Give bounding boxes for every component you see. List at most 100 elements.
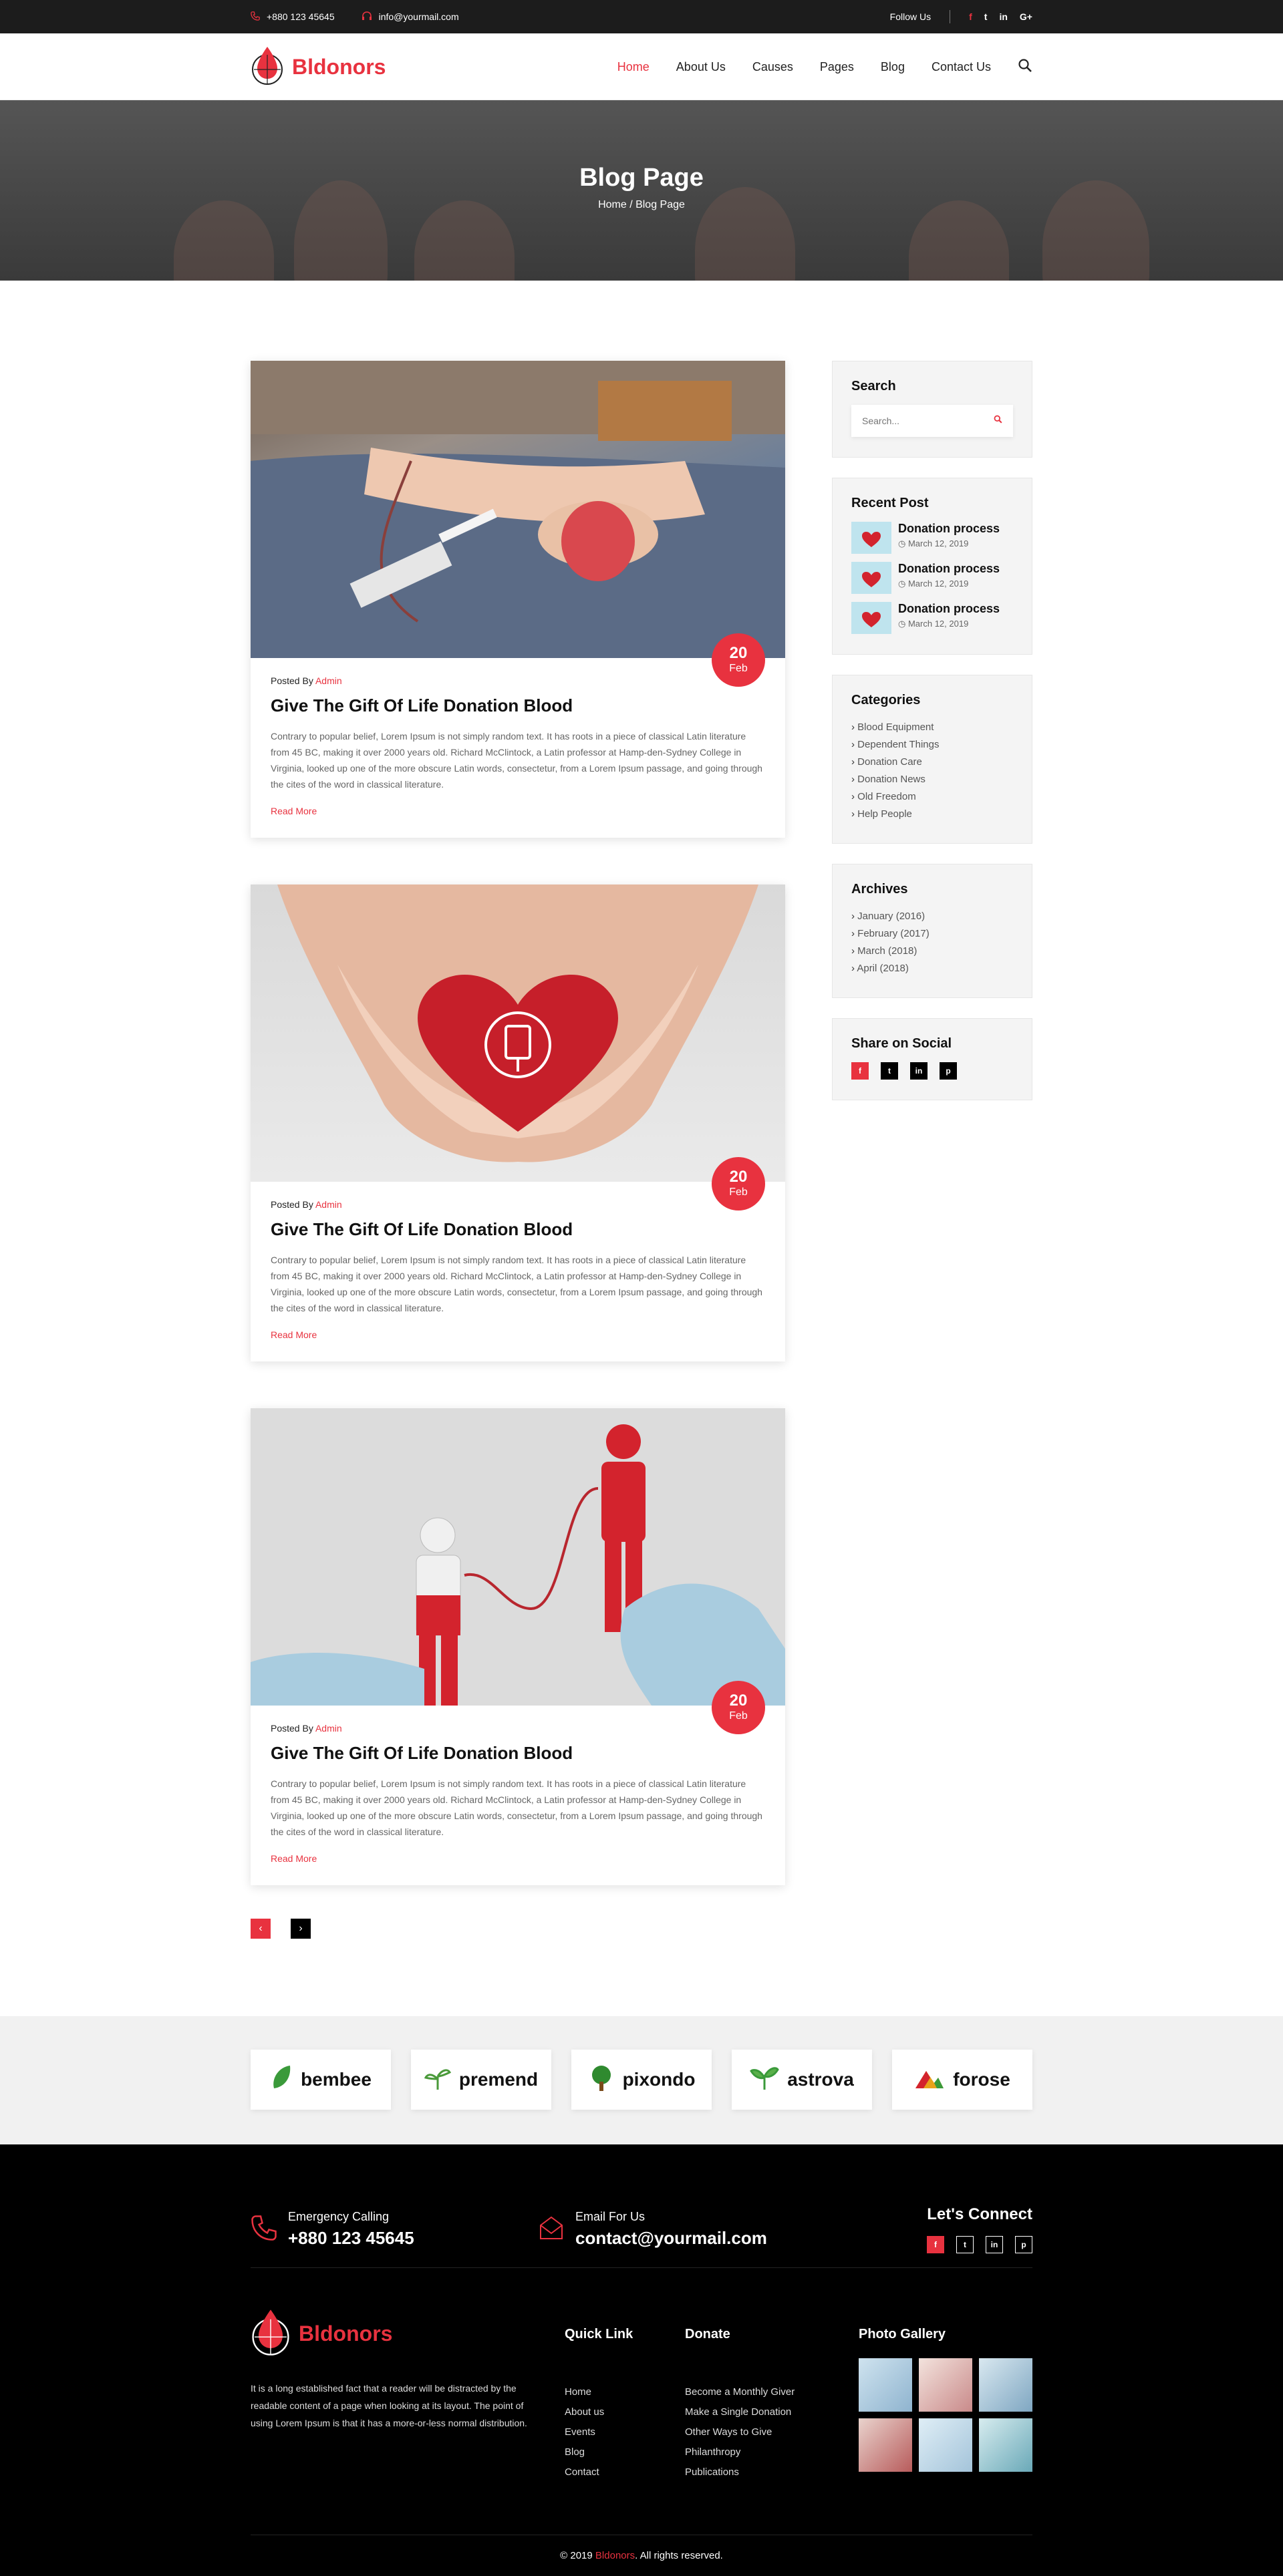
breadcrumb[interactable]: Home / Blog Page	[0, 199, 1283, 211]
search-icon[interactable]	[994, 415, 1002, 427]
post-image-transfusion-figures[interactable]	[251, 1408, 785, 1706]
category-link[interactable]: Dependent Things	[851, 736, 1013, 754]
twitter-icon[interactable]: t	[881, 1062, 898, 1080]
copyright: © 2019 Bldonors. All rights reserved.	[251, 2535, 1032, 2576]
footer-link[interactable]: About us	[565, 2402, 685, 2422]
footer-link[interactable]: Contact	[565, 2462, 685, 2482]
nav-home[interactable]: Home	[617, 60, 650, 74]
archive-link[interactable]: January (2016)	[851, 908, 1013, 925]
blog-post: 20 Feb Posted By Admin Give The Gift Of …	[251, 361, 785, 838]
recent-post-item[interactable]: Donation process ◷ March 12, 2019	[851, 602, 1013, 634]
google-plus-icon[interactable]: G+	[1020, 11, 1032, 22]
post-title[interactable]: Give The Gift Of Life Donation Blood	[271, 1743, 765, 1764]
category-link[interactable]: Help People	[851, 806, 1013, 823]
nav-pages[interactable]: Pages	[820, 60, 854, 74]
footer-link[interactable]: Other Ways to Give	[685, 2422, 859, 2442]
pinterest-icon[interactable]: p	[1015, 2236, 1032, 2253]
recent-post-date-text: March 12, 2019	[907, 619, 969, 629]
blood-drop-icon	[251, 2308, 291, 2360]
brand-logo[interactable]: astrova	[732, 2050, 872, 2110]
nav-about[interactable]: About Us	[676, 60, 726, 74]
clock-icon: ◷	[898, 579, 906, 589]
categories-title: Categories	[851, 693, 921, 707]
twitter-icon[interactable]: t	[984, 11, 988, 22]
footer-link[interactable]: Blog	[565, 2442, 685, 2462]
search-icon[interactable]	[1018, 58, 1032, 76]
linkedin-icon[interactable]: in	[910, 1062, 928, 1080]
category-link[interactable]: Old Freedom	[851, 788, 1013, 806]
photo-gallery: Photo Gallery	[859, 2327, 1032, 2482]
post-date-month: Feb	[729, 1710, 748, 1722]
footer-logo[interactable]: Bldonors	[251, 2308, 565, 2360]
gallery-photo[interactable]	[919, 2418, 972, 2472]
read-more-link[interactable]: Read More	[271, 1853, 317, 1864]
recent-post-date-text: March 12, 2019	[907, 538, 969, 548]
facebook-icon[interactable]: f	[969, 11, 972, 22]
brand-logo[interactable]: bembee	[251, 2050, 391, 2110]
brand-logo[interactable]: pixondo	[571, 2050, 712, 2110]
footer-about-text: It is a long established fact that a rea…	[251, 2383, 527, 2428]
archive-link[interactable]: April (2018)	[851, 960, 1013, 977]
post-author-link[interactable]: Admin	[315, 1199, 342, 1210]
topbar-phone[interactable]: +880 123 45645	[251, 11, 335, 23]
gallery-photo[interactable]	[919, 2358, 972, 2412]
category-link[interactable]: Blood Equipment	[851, 719, 1013, 736]
read-more-link[interactable]: Read More	[271, 806, 317, 816]
hero-bg-shape	[294, 180, 388, 281]
page-title: Blog Page	[579, 164, 704, 192]
footer-link[interactable]: Home	[565, 2382, 685, 2402]
brand-logo[interactable]: premend	[411, 2050, 551, 2110]
post-image-blood-donation-arm[interactable]	[251, 361, 785, 658]
next-page-button[interactable]: ›	[291, 1919, 311, 1939]
linkedin-icon[interactable]: in	[999, 11, 1007, 22]
archives-title: Archives	[851, 882, 908, 897]
gallery-photo[interactable]	[979, 2418, 1032, 2472]
post-meta: Posted By Admin	[271, 1723, 765, 1734]
post-title[interactable]: Give The Gift Of Life Donation Blood	[271, 1219, 765, 1240]
footer-link[interactable]: Events	[565, 2422, 685, 2442]
read-more-link[interactable]: Read More	[271, 1329, 317, 1340]
site-logo[interactable]: Bldonors	[251, 45, 386, 89]
brand-logo[interactable]: forose	[892, 2050, 1032, 2110]
archive-link[interactable]: February (2017)	[851, 925, 1013, 943]
prev-page-button[interactable]: ‹	[251, 1919, 271, 1939]
pinterest-icon[interactable]: p	[940, 1062, 957, 1080]
topbar-email[interactable]: info@yourmail.com	[362, 11, 459, 23]
sidebar-search-input[interactable]	[862, 416, 982, 426]
nav-blog[interactable]: Blog	[881, 60, 905, 74]
post-title[interactable]: Give The Gift Of Life Donation Blood	[271, 695, 765, 716]
share-title: Share on Social	[851, 1036, 952, 1051]
post-image-heart-in-hands[interactable]	[251, 884, 785, 1182]
recent-post-item[interactable]: Donation process ◷ March 12, 2019	[851, 562, 1013, 594]
brand-name: astrova	[787, 2069, 854, 2090]
email-contact[interactable]: Email For Us contact@yourmail.com	[538, 2210, 825, 2249]
gallery-photo[interactable]	[859, 2418, 912, 2472]
gallery-photo[interactable]	[979, 2358, 1032, 2412]
copyright-brand[interactable]: Bldonors	[595, 2550, 635, 2561]
gallery-photo[interactable]	[859, 2358, 912, 2412]
footer-link[interactable]: Make a Single Donation	[685, 2402, 859, 2422]
post-author-link[interactable]: Admin	[315, 1723, 342, 1734]
footer-link[interactable]: Become a Monthly Giver	[685, 2382, 859, 2402]
post-date-day: 20	[729, 1168, 748, 1186]
nav-causes[interactable]: Causes	[752, 60, 793, 74]
category-link[interactable]: Donation News	[851, 771, 1013, 788]
facebook-icon[interactable]: f	[927, 2236, 944, 2253]
archive-link[interactable]: March (2018)	[851, 943, 1013, 960]
posted-by-label: Posted By	[271, 1723, 313, 1734]
footer-link[interactable]: Publications	[685, 2462, 859, 2482]
post-author-link[interactable]: Admin	[315, 675, 342, 686]
brand-name: bembee	[301, 2069, 372, 2090]
quick-links: Quick Link Home About us Events Blog Con…	[565, 2327, 685, 2482]
category-link[interactable]: Donation Care	[851, 754, 1013, 771]
blood-drop-icon	[251, 45, 284, 89]
twitter-icon[interactable]: t	[956, 2236, 974, 2253]
linkedin-icon[interactable]: in	[986, 2236, 1003, 2253]
nav-contact[interactable]: Contact Us	[932, 60, 991, 74]
donate-links: Donate Become a Monthly Giver Make a Sin…	[685, 2327, 859, 2482]
footer-link[interactable]: Philanthropy	[685, 2442, 859, 2462]
facebook-icon[interactable]: f	[851, 1062, 869, 1080]
phone-icon	[251, 11, 260, 23]
recent-post-item[interactable]: Donation process ◷ March 12, 2019	[851, 522, 1013, 554]
emergency-contact[interactable]: Emergency Calling +880 123 45645	[251, 2210, 538, 2249]
